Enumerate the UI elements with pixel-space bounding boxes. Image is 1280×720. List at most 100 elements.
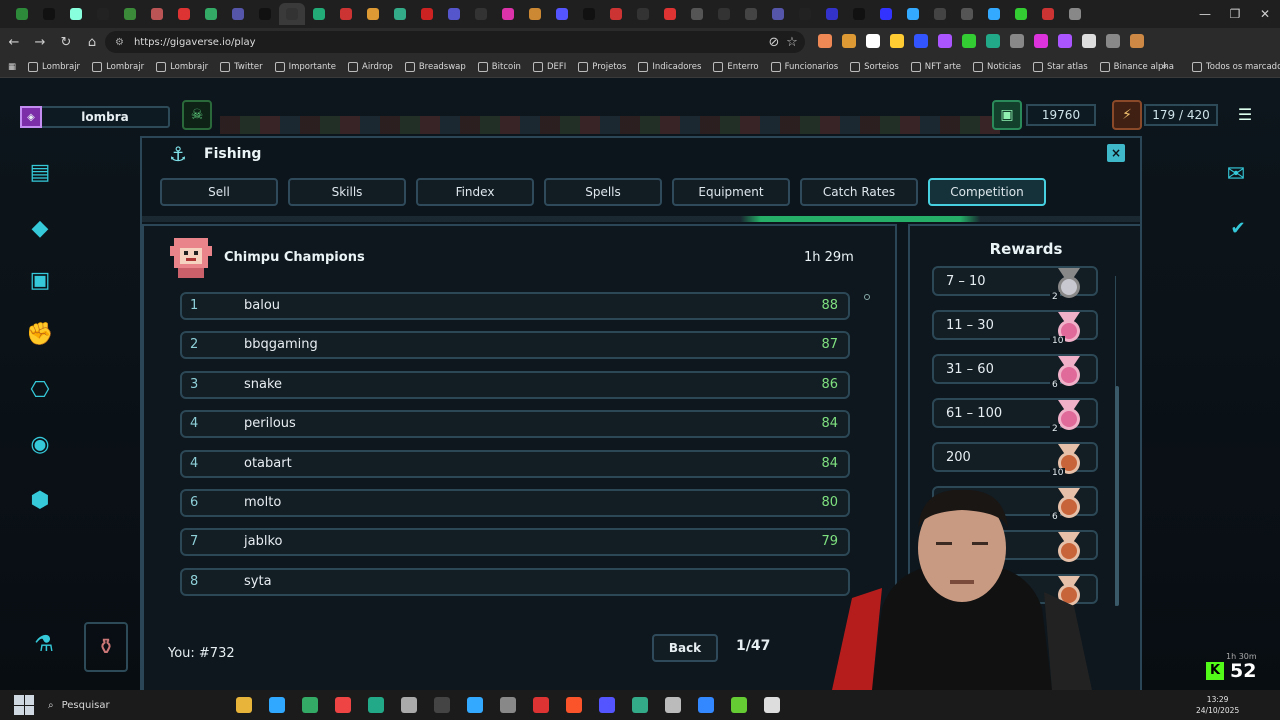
forward-arrow-icon[interactable]: →	[28, 30, 52, 54]
back-button[interactable]: Back	[652, 634, 718, 662]
browser-tab[interactable]	[846, 3, 872, 25]
maximize-icon[interactable]: ❐	[1220, 0, 1250, 28]
bookmark-item[interactable]: Breadswap	[404, 61, 466, 72]
taskbar-app-icon[interactable]	[533, 697, 549, 713]
browser-tab[interactable]	[981, 3, 1007, 25]
crafting-icon[interactable]: ⚗	[28, 628, 60, 660]
browser-tab[interactable]	[765, 3, 791, 25]
browser-tab[interactable]	[333, 3, 359, 25]
taskbar-app-icon[interactable]	[401, 697, 417, 713]
table-row[interactable]: 7 jablko 79	[180, 528, 850, 557]
browser-tab[interactable]	[1062, 3, 1088, 25]
browser-tab[interactable]	[603, 3, 629, 25]
browser-tab[interactable]	[63, 3, 89, 25]
bookmark-item[interactable]: Lombrajr	[156, 61, 208, 72]
browser-tab[interactable]	[927, 3, 953, 25]
browser-tab[interactable]	[387, 3, 413, 25]
tab-findex[interactable]: Findex	[416, 178, 534, 206]
browser-tab[interactable]	[495, 3, 521, 25]
taskbar-app-icon[interactable]	[467, 697, 483, 713]
site-info-icon[interactable]: ⚙	[115, 37, 124, 48]
browser-tab[interactable]	[954, 3, 980, 25]
close-panel-button[interactable]: ×	[1107, 144, 1125, 162]
tab-equipment[interactable]: Equipment	[672, 178, 790, 206]
all-bookmarks[interactable]: Todos os marcadores	[1192, 61, 1280, 72]
rewards-scroll-thumb[interactable]	[1115, 386, 1119, 606]
browser-tab[interactable]	[90, 3, 116, 25]
apps-grid-icon[interactable]: ▦	[8, 62, 16, 72]
extension-icon[interactable]	[1010, 34, 1024, 48]
browser-tab[interactable]	[360, 3, 386, 25]
taskbar-app-icon[interactable]	[731, 697, 747, 713]
extension-icon[interactable]	[890, 34, 904, 48]
player-chip[interactable]: ◈ lombra	[20, 106, 170, 128]
skull-icon[interactable]: ☠	[182, 100, 212, 130]
hamburger-menu-icon[interactable]: ☰	[1230, 104, 1260, 126]
controller-icon[interactable]: ⎔	[24, 374, 56, 406]
taskbar-app-icon[interactable]	[764, 697, 780, 713]
bookmark-star-icon[interactable]: ☆	[780, 30, 804, 54]
taskbar-app-icon[interactable]	[665, 697, 681, 713]
browser-tab[interactable]	[873, 3, 899, 25]
table-row[interactable]: 4 perilous 84	[180, 410, 850, 439]
minimize-icon[interactable]: —	[1190, 0, 1220, 28]
fist-icon[interactable]: ✊	[24, 318, 56, 350]
extension-icon[interactable]	[1034, 34, 1048, 48]
home-icon[interactable]: ⌂	[80, 30, 104, 54]
browser-tab[interactable]	[630, 3, 656, 25]
browser-tab[interactable]	[1035, 3, 1061, 25]
table-row[interactable]: 4 otabart 84	[180, 449, 850, 478]
back-arrow-icon[interactable]: ←	[2, 30, 26, 54]
bookmark-item[interactable]: Indicadores	[638, 61, 701, 72]
extension-icon[interactable]	[818, 34, 832, 48]
url-bar[interactable]: ⚙ https://gigaverse.io/play	[105, 31, 805, 53]
extension-icon[interactable]	[1106, 34, 1120, 48]
table-row[interactable]: 1 balou 88	[180, 292, 850, 320]
browser-tab[interactable]	[657, 3, 683, 25]
taskbar-app-icon[interactable]	[632, 697, 648, 713]
bookmark-item[interactable]: Lombrajr	[92, 61, 144, 72]
bookmark-item[interactable]: Airdrop	[348, 61, 393, 72]
taskbar-clock[interactable]: 13:29 24/10/2025	[1196, 694, 1239, 716]
browser-tab[interactable]	[144, 3, 170, 25]
tab-spells[interactable]: Spells	[544, 178, 662, 206]
map-icon[interactable]: ▣	[24, 264, 56, 296]
browser-tab[interactable]	[792, 3, 818, 25]
extension-icon[interactable]	[1058, 34, 1072, 48]
bookmark-item[interactable]: Star atlas	[1032, 61, 1088, 72]
taskbar-app-icon[interactable]	[566, 697, 582, 713]
taskbar-app-icon[interactable]	[335, 697, 351, 713]
bookmark-item[interactable]: Enterro	[713, 61, 759, 72]
bookmark-item[interactable]: Bitcoin	[477, 61, 521, 72]
extension-icon[interactable]	[842, 34, 856, 48]
tab-skills[interactable]: Skills	[288, 178, 406, 206]
check-icon[interactable]: ✔	[1222, 212, 1254, 244]
browser-tab[interactable]	[738, 3, 764, 25]
extension-icon[interactable]	[1082, 34, 1096, 48]
browser-tab[interactable]	[279, 3, 305, 25]
browser-tab[interactable]	[819, 3, 845, 25]
browser-tab[interactable]	[252, 3, 278, 25]
inventory-icon[interactable]: ▤	[24, 156, 56, 188]
bookmark-item[interactable]: Noticias	[973, 61, 1021, 72]
browser-tab[interactable]	[414, 3, 440, 25]
extension-icon[interactable]	[938, 34, 952, 48]
browser-tab[interactable]	[684, 3, 710, 25]
browser-tab[interactable]	[225, 3, 251, 25]
browser-tab[interactable]	[441, 3, 467, 25]
crystal-icon[interactable]: ⬢	[24, 484, 56, 516]
bookmark-item[interactable]: Sorteios	[850, 61, 899, 72]
browser-tab[interactable]	[522, 3, 548, 25]
tab-sell[interactable]: Sell	[160, 178, 278, 206]
taskbar-app-icon[interactable]	[368, 697, 384, 713]
browser-tab[interactable]	[198, 3, 224, 25]
taskbar-app-icon[interactable]	[302, 697, 318, 713]
orb-icon[interactable]: ◉	[24, 428, 56, 460]
scroll-indicator[interactable]	[864, 294, 870, 300]
reload-icon[interactable]: ↻	[54, 30, 78, 54]
more-bookmarks-icon[interactable]: »	[1162, 62, 1167, 72]
browser-tab[interactable]	[306, 3, 332, 25]
table-row[interactable]: 2 bbqgaming 87	[180, 331, 850, 360]
extension-icon[interactable]	[914, 34, 928, 48]
windows-start-icon[interactable]	[14, 695, 34, 715]
